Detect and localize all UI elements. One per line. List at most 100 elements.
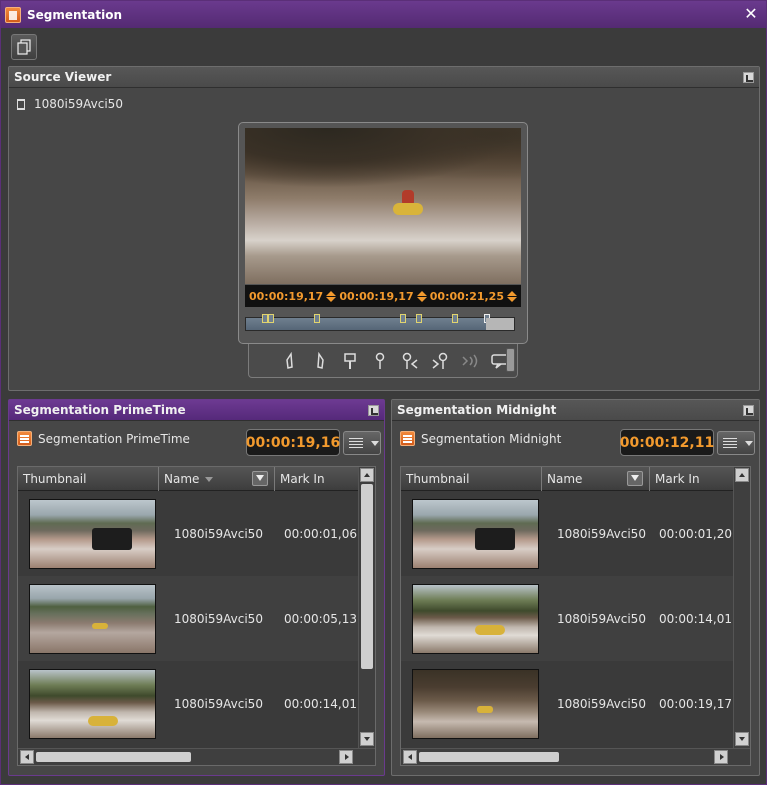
source-viewer-header: Source Viewer <box>9 67 759 88</box>
scroll-left-button[interactable] <box>403 750 417 764</box>
timeline-scrubber[interactable] <box>245 314 515 331</box>
scroll-right-button[interactable] <box>339 750 353 764</box>
scroll-thumb[interactable] <box>36 752 191 762</box>
video-preview[interactable] <box>245 128 521 284</box>
timecode-bar: 00:00:19,17 00:00:19,17 00:00:21,25 <box>245 285 521 307</box>
copy-icon <box>17 39 31 55</box>
column-mark-in[interactable]: Mark In <box>275 467 358 491</box>
window-title: Segmentation <box>27 7 123 22</box>
midnight-collapse-icon[interactable] <box>743 405 754 416</box>
timeline-marker[interactable] <box>268 314 274 323</box>
row-thumbnail <box>412 498 539 569</box>
transport-controls <box>248 344 518 378</box>
midnight-grid-header: Thumbnail Name Mark In <box>401 467 733 491</box>
thumb-raft <box>475 624 505 635</box>
scroll-thumb[interactable] <box>361 484 373 669</box>
viewer-frame: 00:00:19,17 00:00:19,17 00:00:21,25 <box>238 122 528 344</box>
table-row[interactable]: 1080i59Avci50 00:00:01,20 <box>401 491 733 576</box>
thumb-raft <box>92 622 108 629</box>
scroll-down-button[interactable] <box>735 732 749 746</box>
timeline-marker[interactable] <box>400 314 406 323</box>
copy-button[interactable] <box>11 34 37 60</box>
timecode-mark-in[interactable]: 00:00:19,17 <box>339 290 427 303</box>
controls-scrollbar[interactable] <box>506 348 515 372</box>
add-marker-button[interactable] <box>335 350 365 372</box>
chevron-down-icon <box>371 440 379 446</box>
filter-icon[interactable] <box>252 471 268 486</box>
timeline-marker[interactable] <box>452 314 458 323</box>
primetime-collapse-icon[interactable] <box>368 405 379 416</box>
table-row[interactable]: 1080i59Avci50 00:00:14,01 <box>401 576 733 661</box>
timecode-duration-spinner-icon[interactable] <box>507 290 517 302</box>
list-icon <box>349 437 363 449</box>
scroll-right-button[interactable] <box>714 750 728 764</box>
audio-button[interactable] <box>455 350 485 372</box>
go-to-out-icon <box>432 352 448 369</box>
scroll-left-button[interactable] <box>20 750 34 764</box>
filter-icon[interactable] <box>627 471 643 486</box>
midnight-timecode[interactable]: 00:00:12,11 <box>620 429 714 456</box>
midnight-label: Segmentation Midnight <box>421 431 562 446</box>
timecode-mark-in-spinner-icon[interactable] <box>416 290 427 302</box>
video-rocks <box>245 128 521 188</box>
thumb-people <box>92 527 132 550</box>
column-name[interactable]: Name <box>159 467 275 491</box>
timecode-duration[interactable]: 00:00:21,25 <box>430 290 517 303</box>
column-thumbnail[interactable]: Thumbnail <box>401 467 542 491</box>
column-thumbnail[interactable]: Thumbnail <box>18 467 159 491</box>
row-name: 1080i59Avci50 <box>557 526 646 541</box>
go-to-in-button[interactable] <box>395 350 425 372</box>
timeline-marker[interactable] <box>416 314 422 323</box>
row-thumbnail <box>29 498 156 569</box>
row-mark-in: 00:00:01,20 <box>659 526 732 541</box>
thumb-raft <box>88 715 118 726</box>
source-clip: 1080i59Avci50 <box>17 97 123 111</box>
scroll-up-button[interactable] <box>735 468 749 482</box>
timecode-current-spinner-icon[interactable] <box>326 290 337 302</box>
thumb-raft <box>477 705 493 713</box>
midnight-horizontal-scrollbar[interactable] <box>401 748 750 765</box>
midnight-panel: Segmentation Midnight Segmentation Midni… <box>391 399 760 776</box>
midnight-title: Segmentation Midnight <box>397 403 557 417</box>
timeline-marker[interactable] <box>314 314 320 323</box>
chevron-down-icon <box>745 440 753 446</box>
primetime-vertical-scrollbar[interactable] <box>358 467 375 748</box>
mark-out-icon <box>317 351 324 369</box>
midnight-vertical-scrollbar[interactable] <box>733 467 750 748</box>
row-name: 1080i59Avci50 <box>557 611 646 626</box>
source-viewer-title: Source Viewer <box>14 70 112 84</box>
table-row[interactable]: 1080i59Avci50 00:00:19,17 <box>401 661 733 746</box>
table-row[interactable]: 1080i59Avci50 00:00:05,13 <box>18 576 358 661</box>
timecode-current[interactable]: 00:00:19,17 <box>249 290 337 303</box>
row-mark-in: 00:00:01,06 <box>284 526 357 541</box>
source-viewer-collapse-icon[interactable] <box>743 72 754 83</box>
mark-in-button[interactable] <box>275 350 305 372</box>
column-name[interactable]: Name <box>542 467 650 491</box>
column-mark-in[interactable]: Mark In <box>650 467 733 491</box>
audio-icon <box>462 354 478 367</box>
primetime-label-row: Segmentation PrimeTime <box>17 431 190 446</box>
pin-button[interactable] <box>365 350 395 372</box>
table-row[interactable]: 1080i59Avci50 00:00:01,06 <box>18 491 358 576</box>
scroll-up-button[interactable] <box>360 468 374 482</box>
list-icon <box>723 437 737 449</box>
primetime-title: Segmentation PrimeTime <box>14 403 186 417</box>
row-name: 1080i59Avci50 <box>174 526 263 541</box>
thumb-people <box>475 527 515 550</box>
mark-out-button[interactable] <box>305 350 335 372</box>
primetime-header: Segmentation PrimeTime <box>9 400 384 421</box>
table-row[interactable]: 1080i59Avci50 00:00:14,01 <box>18 661 358 746</box>
midnight-header: Segmentation Midnight <box>392 400 759 421</box>
scroll-down-button[interactable] <box>360 732 374 746</box>
primetime-grid-header: Thumbnail Name Mark In <box>18 467 358 491</box>
primetime-list-menu-button[interactable] <box>343 431 381 455</box>
primetime-horizontal-scrollbar[interactable] <box>18 748 375 765</box>
scroll-thumb[interactable] <box>419 752 559 762</box>
row-mark-in: 00:00:19,17 <box>659 696 732 711</box>
go-to-out-button[interactable] <box>425 350 455 372</box>
pin-icon <box>375 352 385 369</box>
primetime-timecode[interactable]: 00:00:19,16 <box>246 429 340 456</box>
midnight-list-menu-button[interactable] <box>717 431 755 455</box>
close-button[interactable]: ✕ <box>742 5 760 23</box>
sort-down-icon <box>205 476 214 482</box>
